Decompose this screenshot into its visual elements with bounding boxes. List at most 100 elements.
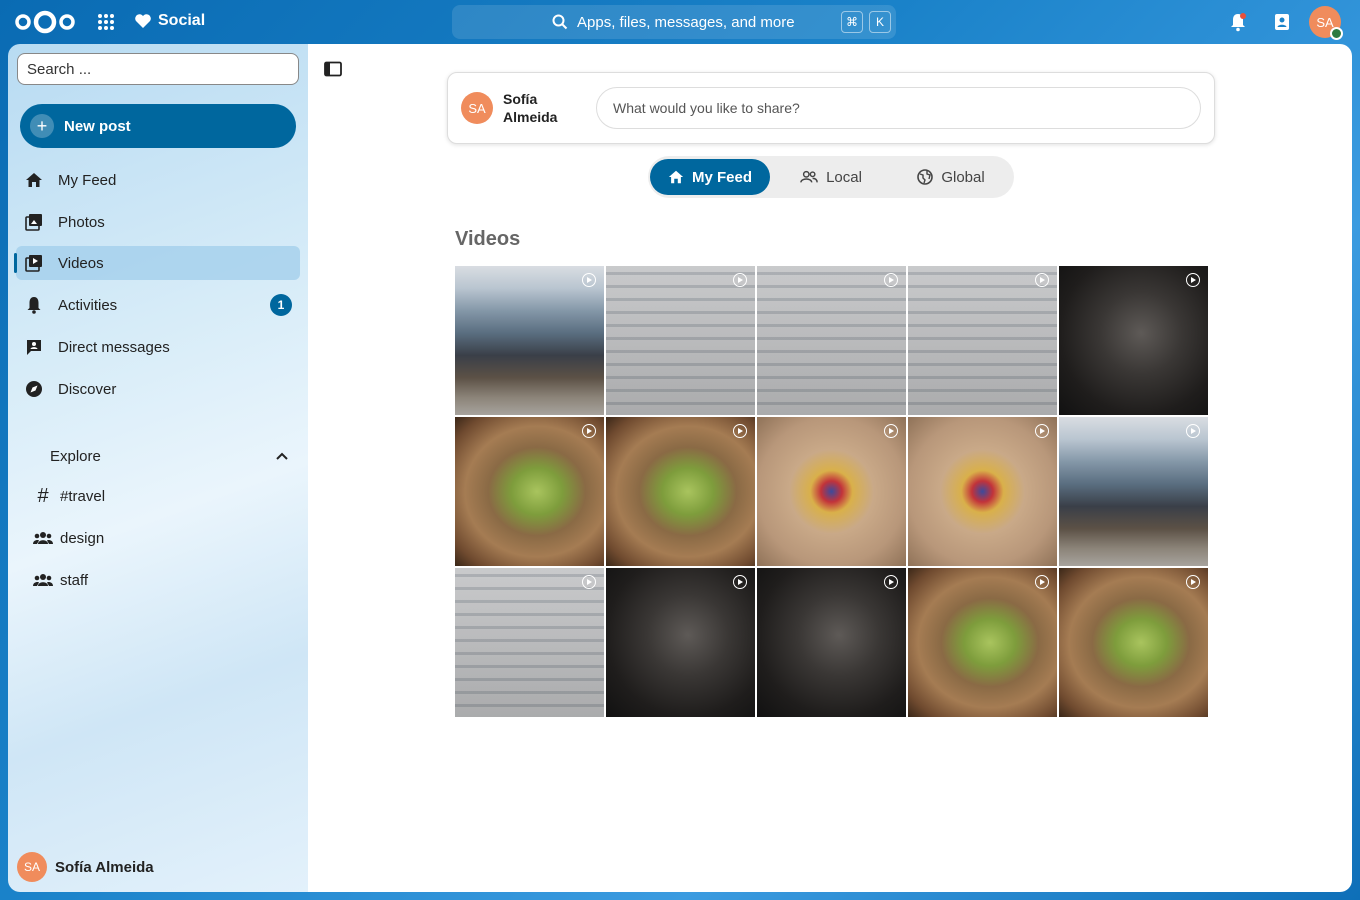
nav-label: Discover	[58, 380, 117, 398]
tab-label: Global	[941, 168, 985, 186]
nav-my-feed[interactable]: My Feed	[16, 163, 300, 197]
nav-videos[interactable]: Videos	[14, 246, 300, 280]
compass-icon	[24, 379, 44, 399]
sidebar-user-name: Sofía Almeida	[55, 858, 154, 876]
sidebar-user[interactable]: SA Sofía Almeida	[17, 852, 154, 882]
nav-photos[interactable]: Photos	[16, 205, 300, 239]
explore-item-travel[interactable]: # #travel	[32, 481, 105, 511]
apps-menu-icon[interactable]	[98, 14, 114, 30]
tab-my-feed[interactable]: My Feed	[650, 159, 770, 195]
bell-icon	[24, 295, 44, 315]
post-composer: SA Sofía Almeida What would you like to …	[447, 72, 1215, 144]
video-grid	[455, 266, 1208, 717]
play-icon	[582, 273, 596, 287]
play-icon	[582, 575, 596, 589]
activities-count-badge: 1	[270, 294, 292, 316]
play-icon	[733, 424, 747, 438]
app-name-label: Social	[158, 12, 206, 29]
play-icon	[884, 575, 898, 589]
tab-label: My Feed	[691, 168, 752, 186]
compose-input[interactable]: What would you like to share?	[596, 87, 1201, 129]
nav-discover[interactable]: Discover	[16, 372, 300, 406]
status-online-icon	[1330, 27, 1343, 40]
group-icon	[800, 170, 818, 184]
video-thumbnail-gorilla[interactable]	[606, 568, 755, 717]
video-thumbnail-frog[interactable]	[455, 417, 604, 566]
page-title: Videos	[455, 228, 521, 250]
video-thumbnail-gorilla[interactable]	[1059, 266, 1208, 415]
sidebar-search-input[interactable]: Search ...	[17, 53, 299, 85]
timeline-tabs: My Feed Local Global	[648, 156, 1014, 198]
play-icon	[1035, 273, 1049, 287]
app-navigation: Search ... + New post My Feed Photos Vid…	[8, 44, 308, 892]
video-thumbnail-library[interactable]	[908, 266, 1057, 415]
nav-direct-messages[interactable]: Direct messages	[16, 330, 300, 364]
nav-label: Videos	[58, 254, 104, 272]
tab-global[interactable]: Global	[898, 159, 1004, 195]
video-thumbnail-bird[interactable]	[757, 417, 906, 566]
videos-icon	[24, 253, 44, 273]
user-avatar[interactable]: SA	[1309, 6, 1343, 40]
play-icon	[1035, 424, 1049, 438]
play-icon	[1186, 575, 1200, 589]
plus-icon: +	[30, 114, 54, 138]
play-icon	[1035, 575, 1049, 589]
explore-heading[interactable]: Explore	[50, 448, 101, 465]
nav-activities[interactable]: Activities 1	[16, 288, 300, 322]
nav-label: Activities	[58, 296, 118, 314]
search-placeholder: Apps, files, messages, and more	[577, 14, 795, 31]
nav-label: Direct messages	[58, 338, 170, 356]
chevron-up-icon[interactable]	[276, 452, 288, 460]
play-icon	[884, 273, 898, 287]
photos-icon	[24, 212, 44, 232]
notifications-icon[interactable]	[1228, 12, 1248, 32]
video-thumbnail-bird[interactable]	[908, 417, 1057, 566]
kbd-k: K	[869, 11, 891, 33]
current-app[interactable]: Social	[134, 12, 205, 30]
video-thumbnail-library[interactable]	[455, 568, 604, 717]
video-thumbnail-crowd[interactable]	[1059, 417, 1208, 566]
group-icon	[32, 531, 54, 545]
explore-item-design[interactable]: design	[32, 523, 104, 553]
play-icon	[733, 273, 747, 287]
new-post-button[interactable]: + New post	[20, 104, 296, 148]
explore-item-staff[interactable]: staff	[32, 565, 88, 595]
globe-icon	[917, 169, 934, 185]
video-thumbnail-gorilla[interactable]	[757, 568, 906, 717]
explore-label: #travel	[60, 487, 106, 505]
explore-label: staff	[60, 571, 89, 589]
avatar: SA	[461, 92, 493, 124]
nextcloud-logo-icon[interactable]	[14, 9, 76, 35]
explore-label: design	[60, 529, 105, 547]
top-bar: Social Apps, files, messages, and more ⌘…	[0, 0, 1360, 44]
home-icon	[24, 170, 44, 190]
video-thumbnail-frog[interactable]	[1059, 568, 1208, 717]
avatar-initials: SA	[1316, 14, 1334, 30]
avatar: SA	[17, 852, 47, 882]
sidebar-toggle-icon[interactable]	[324, 61, 342, 77]
heart-icon	[135, 14, 151, 28]
video-thumbnail-frog[interactable]	[908, 568, 1057, 717]
play-icon	[884, 424, 898, 438]
message-icon	[24, 337, 44, 357]
unified-search[interactable]: Apps, files, messages, and more ⌘ K	[452, 5, 896, 39]
play-icon	[1186, 273, 1200, 287]
tab-local[interactable]: Local	[780, 159, 882, 195]
group-icon	[32, 573, 54, 587]
play-icon	[1186, 424, 1200, 438]
video-thumbnail-crowd[interactable]	[455, 266, 604, 415]
home-icon	[668, 169, 684, 185]
video-thumbnail-library[interactable]	[606, 266, 755, 415]
composer-user-name: Sofía Almeida	[503, 91, 558, 125]
play-icon	[733, 575, 747, 589]
nav-label: Photos	[58, 213, 105, 231]
contacts-icon[interactable]	[1272, 12, 1292, 32]
hashtag-icon: #	[37, 484, 49, 507]
nav-label: My Feed	[58, 171, 117, 189]
new-post-label: New post	[64, 117, 131, 135]
search-icon	[552, 14, 568, 30]
video-thumbnail-library[interactable]	[757, 266, 906, 415]
tab-label: Local	[826, 168, 862, 186]
main-content: SA Sofía Almeida What would you like to …	[308, 44, 1352, 892]
video-thumbnail-frog[interactable]	[606, 417, 755, 566]
